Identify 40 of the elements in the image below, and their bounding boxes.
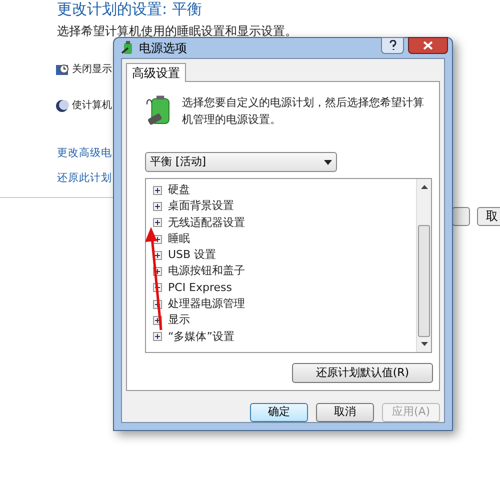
moon-icon bbox=[55, 99, 69, 113]
restore-defaults-button[interactable]: 还原计划默认值(R) bbox=[292, 363, 433, 383]
description-text: 选择您要自定义的电源计划，然后选择您希望计算机管理的电源设置。 bbox=[182, 95, 425, 128]
tree-item[interactable]: 处理器电源管理 bbox=[168, 296, 245, 312]
tree-item[interactable]: 无线适配器设置 bbox=[168, 214, 245, 231]
tree-item[interactable]: 桌面背景设置 bbox=[168, 198, 234, 215]
help-button[interactable] bbox=[381, 36, 404, 54]
tree-item[interactable]: USB 设置 bbox=[168, 247, 216, 264]
window-title: 电源选项 bbox=[139, 40, 187, 57]
link[interactable]: 还原此计划 bbox=[57, 171, 112, 187]
button[interactable] bbox=[452, 207, 470, 226]
page-subtitle: 选择希望计算机使用的睡眠设置和显示设置。 bbox=[57, 23, 297, 40]
tree-item[interactable]: 睡眠 bbox=[168, 230, 190, 248]
scrollbar[interactable] bbox=[416, 179, 431, 352]
tree-item[interactable]: 硬盘 bbox=[168, 182, 190, 198]
expand-icon[interactable] bbox=[153, 218, 162, 228]
expand-icon[interactable] bbox=[153, 332, 162, 342]
scroll-up-icon[interactable] bbox=[420, 185, 428, 189]
close-button[interactable] bbox=[408, 36, 448, 54]
help-icon bbox=[388, 40, 396, 50]
option-label: 使计算机 bbox=[72, 98, 112, 113]
expand-icon[interactable] bbox=[153, 202, 162, 211]
button[interactable]: 取 bbox=[477, 207, 500, 226]
tree-item[interactable]: 显示 bbox=[168, 312, 190, 329]
tab[interactable]: 高级设置 bbox=[126, 63, 186, 82]
dialog-button[interactable]: 确定 bbox=[250, 403, 308, 422]
option-label: 关闭显示 bbox=[72, 62, 112, 77]
scroll-down-icon[interactable] bbox=[420, 342, 428, 346]
page-title: 更改计划的设置: 平衡 bbox=[57, 0, 202, 20]
dropdown-arrow-icon bbox=[324, 160, 332, 164]
dialog-button[interactable]: 取消 bbox=[316, 403, 374, 422]
close-icon bbox=[423, 40, 433, 50]
battery-plug-icon bbox=[121, 41, 135, 55]
tree-item[interactable]: PCI Express bbox=[168, 280, 232, 296]
link[interactable]: 更改高级电 bbox=[57, 146, 112, 162]
tree-item[interactable]: “多媒体”设置 bbox=[168, 328, 234, 346]
clock-icon bbox=[55, 63, 69, 77]
tree-item[interactable]: 电源按钮和盖子 bbox=[168, 263, 245, 280]
plan-dropdown[interactable]: 平衡 [活动] bbox=[145, 152, 337, 172]
expand-icon[interactable] bbox=[153, 186, 162, 195]
